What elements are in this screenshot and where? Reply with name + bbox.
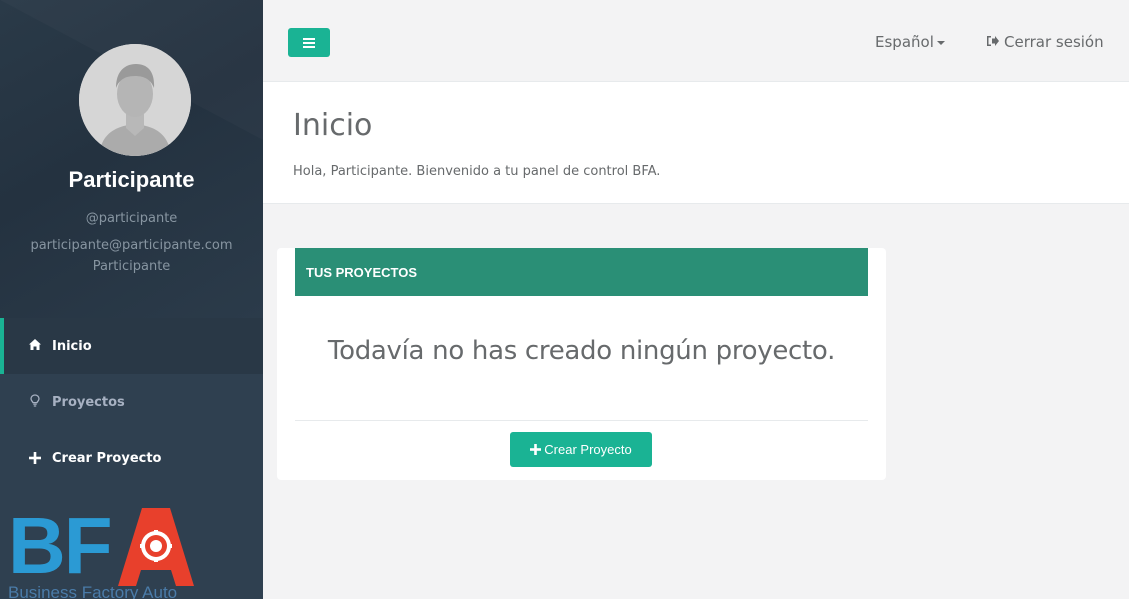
bfa-logo: BF Business Factory Auto bbox=[8, 506, 198, 599]
logout-link[interactable]: Cerrar sesión bbox=[986, 33, 1104, 51]
create-project-label: Crear Proyecto bbox=[544, 442, 632, 457]
logo-letters: BF bbox=[8, 501, 113, 590]
language-dropdown[interactable]: Español bbox=[875, 33, 945, 51]
home-icon bbox=[27, 338, 43, 354]
plus-icon bbox=[530, 442, 542, 458]
profile-role: Participante bbox=[92, 259, 171, 274]
welcome-message: Hola, Participante. Bienvenido a tu pane… bbox=[293, 164, 661, 179]
plus-icon bbox=[27, 448, 43, 469]
top-navbar: Español Cerrar sesión bbox=[263, 0, 1129, 82]
profile-name: Participante bbox=[68, 167, 195, 192]
sidebar: Participante @participante participante@… bbox=[0, 0, 263, 599]
profile-panel: Participante @participante participante@… bbox=[0, 0, 263, 318]
page-title: Inicio bbox=[293, 108, 373, 143]
lightbulb-icon bbox=[27, 393, 43, 411]
logo-a-gear-icon bbox=[118, 508, 194, 586]
sidebar-item-proyectos[interactable]: Proyectos bbox=[0, 374, 263, 430]
sidebar-item-inicio[interactable]: Inicio bbox=[0, 318, 263, 374]
logo-tagline: Business Factory Auto bbox=[8, 584, 178, 599]
projects-panel: TUS PROYECTOS Todavía no has creado ning… bbox=[277, 248, 886, 480]
divider bbox=[295, 420, 868, 421]
page-heading: Inicio Hola, Participante. Bienvenido a … bbox=[263, 82, 1129, 204]
menu-toggle-button[interactable] bbox=[288, 28, 330, 57]
sign-out-icon bbox=[986, 35, 999, 51]
caret-down-icon bbox=[936, 40, 945, 45]
logout-label: Cerrar sesión bbox=[1004, 33, 1104, 51]
projects-panel-title: TUS PROYECTOS bbox=[295, 248, 868, 296]
sidebar-item-label: Crear Proyecto bbox=[52, 450, 162, 466]
profile-username: @participante bbox=[85, 211, 178, 226]
profile-email: participante@participante.com bbox=[30, 238, 233, 253]
sidebar-item-label: Inicio bbox=[52, 338, 92, 354]
user-silhouette-icon bbox=[79, 44, 191, 156]
hamburger-icon bbox=[303, 37, 315, 48]
empty-projects-message: Todavía no has creado ningún proyecto. bbox=[327, 336, 836, 366]
avatar[interactable] bbox=[79, 44, 191, 156]
create-project-button[interactable]: Crear Proyecto bbox=[510, 432, 652, 467]
sidebar-item-crear-proyecto[interactable]: Crear Proyecto bbox=[0, 430, 263, 486]
language-label: Español bbox=[875, 33, 934, 51]
sidebar-item-label: Proyectos bbox=[52, 394, 125, 410]
